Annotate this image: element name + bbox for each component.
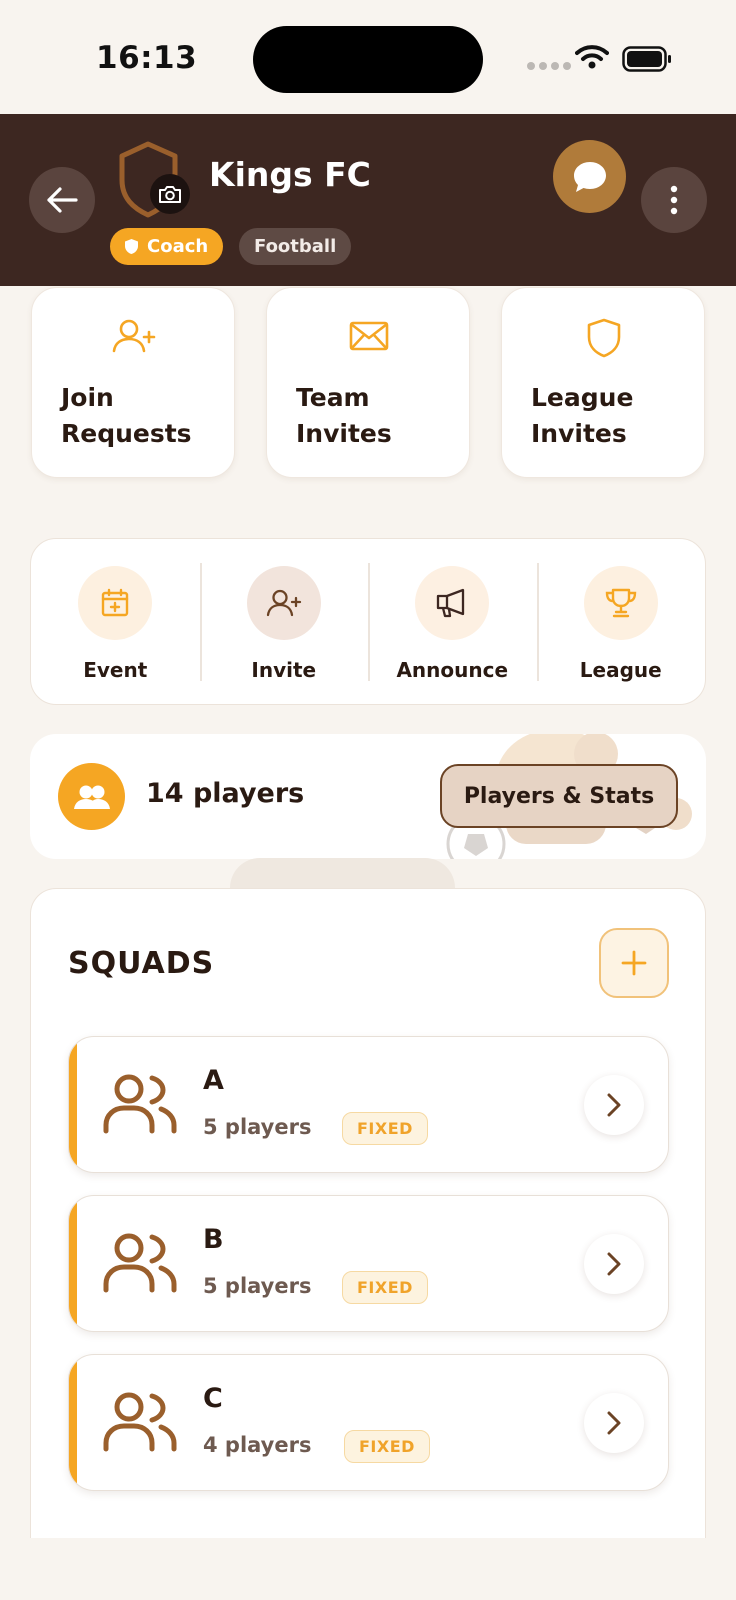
quick-actions: Event Invite Announce League [30, 538, 706, 705]
squad-open-button[interactable] [584, 1075, 644, 1135]
team-invites-card[interactable]: Team Invites [266, 287, 470, 478]
megaphone-icon [437, 588, 465, 618]
trophy-icon [605, 588, 636, 618]
squad-name: A [203, 1065, 224, 1096]
calendar-plus-icon [102, 588, 129, 617]
back-button[interactable] [29, 167, 95, 233]
squad-player-count: 5 players [203, 1115, 312, 1139]
users-icon [103, 1233, 177, 1293]
action-event-label: Event [83, 658, 148, 682]
more-vertical-icon [670, 185, 678, 215]
plus-icon [621, 950, 647, 976]
players-group-badge [58, 763, 125, 830]
background-decoration [230, 858, 455, 888]
envelope-icon [349, 321, 389, 351]
role-badge: Coach [110, 228, 224, 265]
players-count: 14 players [146, 778, 305, 809]
team-name: Kings FC [209, 155, 371, 194]
action-invite-circle [246, 566, 321, 640]
chevron-right-icon [607, 1093, 621, 1117]
users-icon [73, 785, 110, 809]
players-card: 14 players Players & Stats [30, 734, 706, 859]
more-options-button[interactable] [641, 167, 707, 233]
chevron-right-icon [607, 1252, 621, 1276]
users-icon [103, 1074, 177, 1134]
user-plus-icon [112, 319, 156, 353]
squad-player-count: 4 players [203, 1433, 312, 1457]
join-requests-card[interactable]: Join Requests [31, 287, 235, 478]
squads-section: SQUADS A 5 players FIXED B 5 players FIX… [30, 888, 706, 1538]
change-photo-button[interactable] [150, 174, 190, 214]
camera-icon [159, 186, 181, 203]
league-invites-label: League Invites [531, 383, 634, 448]
squad-name: B [203, 1224, 224, 1255]
squad-fixed-badge: FIXED [342, 1271, 428, 1304]
squad-fixed-badge: FIXED [344, 1430, 430, 1463]
users-icon [103, 1392, 177, 1452]
squad-open-button[interactable] [584, 1393, 644, 1453]
sport-badge: Football [239, 228, 352, 265]
action-league-label: League [579, 658, 662, 682]
add-squad-button[interactable] [599, 928, 669, 998]
squad-row-a[interactable]: A 5 players FIXED [68, 1036, 669, 1173]
players-stats-button[interactable]: Players & Stats [440, 764, 678, 828]
squad-row-c[interactable]: C 4 players FIXED [68, 1354, 669, 1491]
wifi-icon [575, 45, 609, 69]
action-announce[interactable]: Announce [368, 539, 537, 704]
squad-open-button[interactable] [584, 1234, 644, 1294]
action-announce-circle [415, 566, 490, 640]
squad-player-count: 5 players [203, 1274, 312, 1298]
role-badge-label: Coach [147, 236, 209, 257]
squad-row-b[interactable]: B 5 players FIXED [68, 1195, 669, 1332]
chevron-right-icon [607, 1411, 621, 1435]
chat-bubble-icon [573, 161, 606, 192]
action-event[interactable]: Event [31, 539, 200, 704]
user-plus-icon [266, 589, 301, 617]
team-header: Kings FC Coach Football [0, 114, 736, 286]
join-requests-label: Join Requests [61, 383, 192, 448]
action-league-circle [583, 566, 658, 640]
squads-title: SQUADS [68, 946, 215, 981]
squad-fixed-badge: FIXED [342, 1112, 428, 1145]
team-chat-button[interactable] [553, 140, 626, 213]
squad-name: C [203, 1383, 223, 1414]
dynamic-island [253, 26, 483, 93]
status-bar: 16:13 [0, 0, 736, 114]
cellular-signal-icon [527, 62, 571, 70]
action-league[interactable]: League [536, 539, 706, 704]
action-announce-label: Announce [396, 658, 509, 682]
shield-icon [587, 318, 621, 358]
arrow-left-icon [47, 187, 78, 213]
action-event-circle [78, 566, 153, 640]
action-invite-label: Invite [251, 658, 317, 682]
team-invites-label: Team Invites [296, 383, 392, 448]
battery-icon [622, 46, 671, 72]
league-invites-card[interactable]: League Invites [501, 287, 705, 478]
status-time: 16:13 [96, 40, 198, 76]
action-invite[interactable]: Invite [199, 539, 369, 704]
shield-icon [125, 239, 138, 254]
